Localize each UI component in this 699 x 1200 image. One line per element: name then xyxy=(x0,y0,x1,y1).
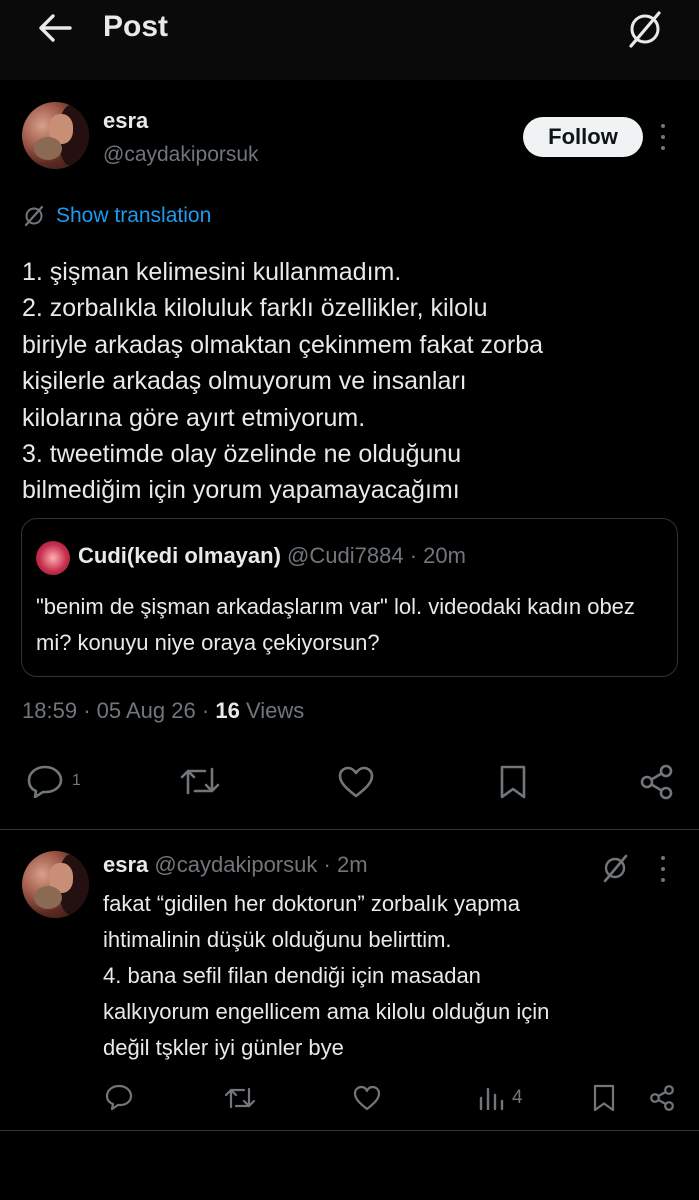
post-text-line: biriyle arkadaş olmaktan çekinmem fakat … xyxy=(22,330,544,359)
reply-icon[interactable] xyxy=(26,764,64,798)
reply-text-line: fakat “gidilen her doktorun” zorbalık ya… xyxy=(103,891,520,916)
author-name[interactable]: esra xyxy=(103,108,148,134)
post-date: 05 Aug 26 xyxy=(96,698,196,723)
grok-icon[interactable] xyxy=(624,8,666,50)
views-count: 16 xyxy=(215,698,240,723)
reply-count: 1 xyxy=(72,772,81,789)
quoted-author-handle: @Cudi7884 xyxy=(287,543,404,568)
reply-author-handle[interactable]: @caydakiporsuk xyxy=(154,852,317,877)
repost-icon[interactable] xyxy=(179,763,221,799)
divider xyxy=(0,829,699,830)
post-text-line: bilmediğim için yorum yapamayacağımı xyxy=(22,476,460,505)
repost-icon[interactable] xyxy=(224,1084,256,1112)
divider xyxy=(0,1130,699,1131)
reply-icon[interactable] xyxy=(105,1084,133,1110)
grok-icon[interactable] xyxy=(600,853,630,883)
quoted-post[interactable]: Cudi(kedi olmayan) @Cudi7884 · 20m "beni… xyxy=(21,518,678,677)
like-icon[interactable] xyxy=(337,765,375,799)
quoted-post-text: "benim de şişman arkadaşlarım var" lol. … xyxy=(36,594,635,655)
quoted-post-time: 20m xyxy=(423,543,466,568)
reply-text-line: 4. bana sefil filan dendiği için masadan xyxy=(103,963,481,988)
reply-header: esra @caydakiporsuk · 2m xyxy=(103,852,368,877)
reply-text-line: kalkıyorum engellicem ama kilolu olduğun… xyxy=(103,999,550,1024)
post-text-line: kişilerle arkadaş olmuyorum ve insanları xyxy=(22,367,467,396)
like-icon[interactable] xyxy=(353,1085,381,1111)
show-translation-link[interactable]: Show translation xyxy=(22,204,211,228)
post-text-line: kilolarına göre ayırt etmiyorum. xyxy=(22,403,366,432)
post-text-line: 3. tweetimde olay özelinde ne olduğunu xyxy=(22,440,462,469)
views-icon[interactable] xyxy=(478,1085,504,1111)
reply-author-name[interactable]: esra xyxy=(103,852,148,877)
post-text-line: 1. şişman kelimesini kullanmadım. xyxy=(22,258,402,286)
views-label: Views xyxy=(245,698,305,723)
reply-text-line: değil tşkler iyi günler bye xyxy=(103,1035,344,1060)
reply-text: fakat “gidilen her doktorun” zorbalık ya… xyxy=(103,886,688,1066)
post-text-line: 2. zorbalıkla kiloluluk farklı özellikle… xyxy=(22,294,488,323)
author-avatar[interactable] xyxy=(22,102,89,169)
share-icon[interactable] xyxy=(648,1084,676,1112)
post-time: 18:59 xyxy=(22,698,78,723)
reply-views-count: 4 xyxy=(512,1087,523,1108)
reply-more-options-icon[interactable] xyxy=(657,856,669,882)
reply-author-avatar[interactable] xyxy=(22,851,89,918)
bookmark-icon[interactable] xyxy=(592,1084,616,1112)
reply-time: 2m xyxy=(336,852,368,877)
post-text: 1. şişman kelimesini kullanmadım. 2. zor… xyxy=(22,254,682,509)
share-icon[interactable] xyxy=(638,763,676,801)
more-options-icon[interactable] xyxy=(657,124,669,150)
bookmark-icon[interactable] xyxy=(498,764,528,800)
post-meta: 18:59 · 05 Aug 26 · 16 Views xyxy=(22,698,305,723)
author-handle[interactable]: @caydakiporsuk xyxy=(103,143,259,167)
quoted-author-name: Cudi(kedi olmayan) xyxy=(78,543,281,568)
show-translation-label: Show translation xyxy=(56,204,212,227)
back-arrow-icon[interactable] xyxy=(36,10,76,46)
top-bar: Post xyxy=(0,0,699,80)
quoted-author-avatar xyxy=(36,541,70,575)
reply-text-line: ihtimalinin düşük olduğunu belirttim. xyxy=(103,927,452,952)
quoted-post-header: Cudi(kedi olmayan) @Cudi7884 · 20m xyxy=(78,543,466,568)
follow-button[interactable]: Follow xyxy=(523,117,643,157)
page-title: Post xyxy=(103,10,169,43)
grok-icon xyxy=(24,205,44,227)
